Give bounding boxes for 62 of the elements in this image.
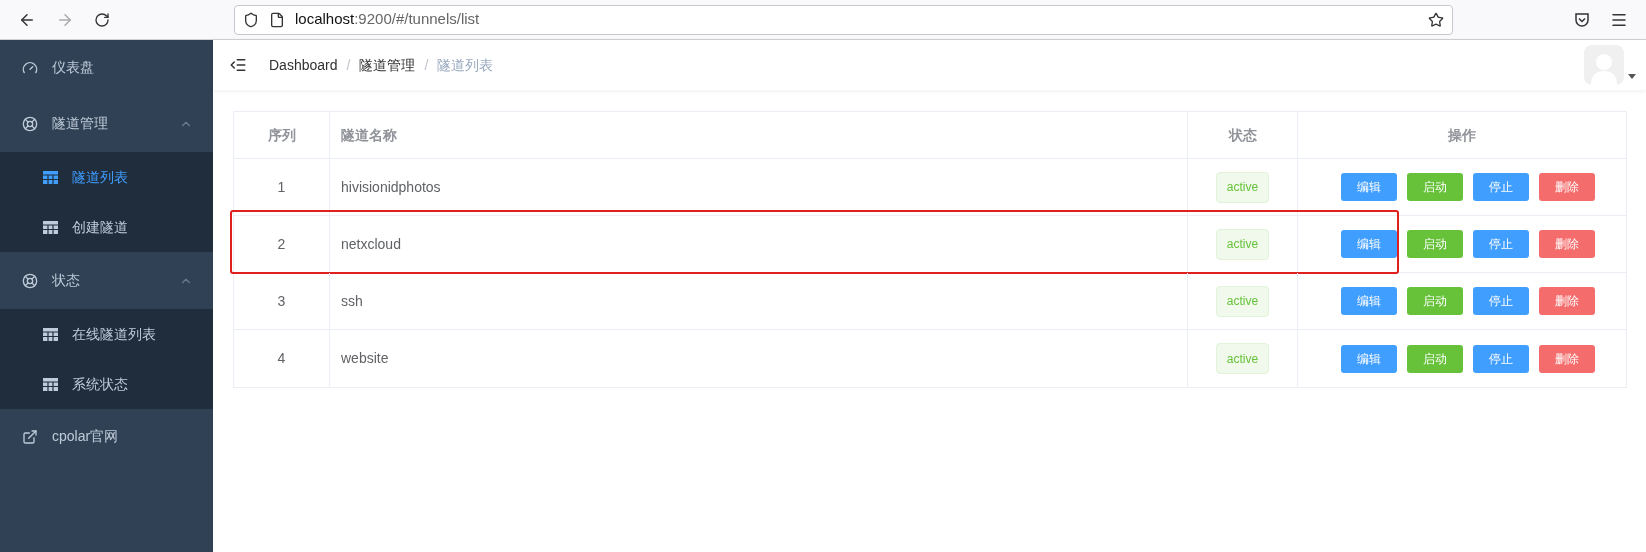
url-text: localhost:9200/#/tunnels/list	[295, 9, 481, 30]
pocket-icon[interactable]	[1574, 11, 1590, 28]
column-header: 操作	[1297, 112, 1626, 158]
external-link-icon	[22, 428, 38, 445]
edit-button[interactable]: 编辑	[1341, 344, 1397, 373]
table-icon	[43, 377, 58, 391]
sidebar-group[interactable]: 隧道管理	[0, 95, 213, 152]
table-icon	[43, 327, 58, 341]
sidebar-subitem[interactable]: 在线隧道列表	[0, 309, 213, 359]
stop-button[interactable]: 停止	[1473, 173, 1529, 201]
delete-button[interactable]: 删除	[1539, 230, 1595, 258]
table-cell: ssh	[329, 273, 1187, 329]
sidebar-toggle-icon[interactable]	[229, 56, 247, 74]
lifebuoy-icon	[22, 115, 38, 132]
sidebar-item[interactable]: cpolar官网	[0, 409, 213, 464]
start-button[interactable]: 启动	[1407, 287, 1463, 315]
shield-icon	[243, 11, 259, 28]
sidebar-subitem[interactable]: 系统状态	[0, 359, 213, 409]
column-header: 隧道名称	[329, 112, 1187, 158]
breadcrumb-separator: /	[424, 55, 429, 75]
delete-button[interactable]: 删除	[1539, 173, 1595, 201]
bookmark-star-icon[interactable]	[1428, 11, 1444, 28]
status-tag: active	[1215, 228, 1270, 260]
stop-button[interactable]: 停止	[1473, 287, 1529, 315]
column-header: 状态	[1187, 112, 1297, 158]
sidebar-group[interactable]: 状态	[0, 252, 213, 309]
delete-button[interactable]: 删除	[1539, 287, 1595, 315]
stop-button[interactable]: 停止	[1473, 230, 1529, 258]
breadcrumb-item[interactable]: 隧道管理	[359, 54, 416, 76]
status-tag: active	[1215, 285, 1270, 317]
table-icon	[43, 170, 58, 184]
edit-button[interactable]: 编辑	[1341, 230, 1397, 258]
reload-icon[interactable]	[94, 11, 110, 28]
table-cell: hivisionidphotos	[329, 159, 1187, 215]
edit-button[interactable]: 编辑	[1341, 173, 1397, 201]
lifebuoy-icon	[22, 272, 38, 289]
table-cell: netxcloud	[329, 216, 1187, 272]
table-icon	[43, 220, 58, 234]
stop-button[interactable]: 停止	[1473, 344, 1529, 373]
address-bar[interactable]: localhost:9200/#/tunnels/list	[234, 4, 1453, 35]
page-icon	[269, 11, 285, 28]
table-cell: website	[329, 330, 1187, 387]
sidebar-subitem[interactable]: 创建隧道	[0, 202, 213, 252]
breadcrumb-item[interactable]: Dashboard	[269, 54, 338, 76]
table-cell-text: 4	[276, 349, 287, 368]
gauge-icon	[22, 59, 38, 76]
start-button[interactable]: 启动	[1407, 344, 1463, 373]
start-button[interactable]: 启动	[1407, 173, 1463, 201]
edit-button[interactable]: 编辑	[1341, 287, 1397, 315]
table-cell-text: 2	[276, 234, 287, 254]
breadcrumb-item: 隧道列表	[437, 55, 494, 75]
status-tag: active	[1215, 343, 1270, 374]
table-cell-text: 1	[276, 177, 287, 197]
caret-icon[interactable]	[1628, 73, 1636, 79]
column-header: 序列	[266, 125, 297, 145]
delete-button[interactable]: 删除	[1539, 344, 1595, 373]
sidebar-item[interactable]: 仪表盘	[0, 40, 213, 95]
status-tag: active	[1215, 171, 1270, 203]
breadcrumb-separator: /	[346, 55, 351, 75]
sidebar-subitem[interactable]: 隧道列表	[0, 152, 213, 202]
table-cell-text: 3	[276, 291, 287, 311]
start-button[interactable]: 启动	[1407, 230, 1463, 258]
